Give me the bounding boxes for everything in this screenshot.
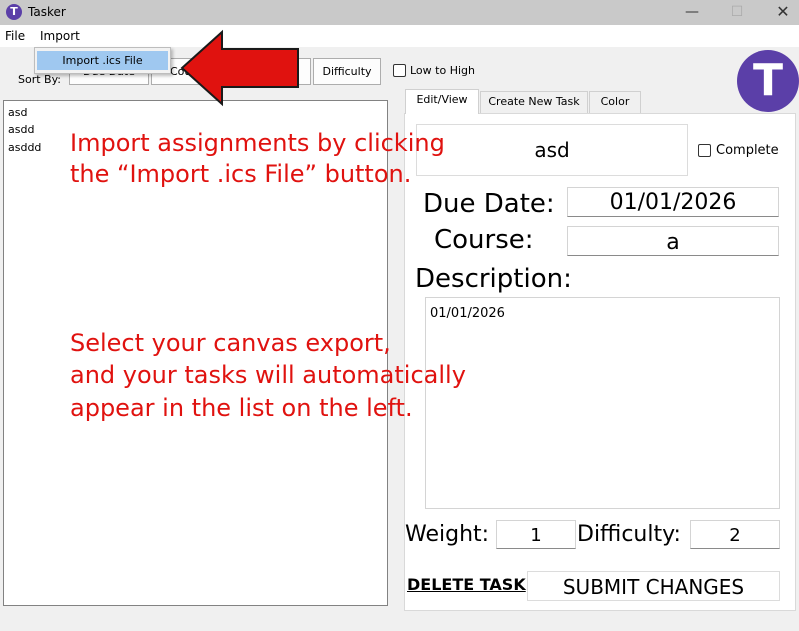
low-to-high-checkbox[interactable] [393, 64, 406, 77]
tab-create-new-task[interactable]: Create New Task [480, 91, 588, 113]
list-item[interactable]: asd [8, 106, 27, 119]
weight-label: Weight: [405, 522, 490, 547]
weight-field[interactable]: 1 [496, 520, 576, 549]
submit-changes-button[interactable]: SUBMIT CHANGES [527, 571, 780, 601]
window-title: Tasker [28, 5, 66, 19]
sort-difficulty-button[interactable]: Difficulty [313, 58, 381, 85]
menu-bar [0, 25, 799, 47]
task-name-field[interactable]: asd [416, 124, 688, 176]
description-field[interactable]: 01/01/2026 [425, 297, 780, 509]
app-icon: T [6, 4, 22, 20]
low-to-high-label: Low to High [410, 64, 475, 77]
list-item[interactable]: asddd [8, 141, 41, 154]
description-label: Description: [415, 264, 572, 294]
menu-file[interactable]: File [5, 29, 25, 43]
import-dropdown: Import .ics File [34, 47, 171, 74]
complete-label: Complete [716, 143, 779, 158]
delete-task-button[interactable]: DELETE TASK [407, 574, 526, 596]
annotation-text: the “Import .ics File” button. [70, 160, 412, 188]
import-ics-menu-item[interactable]: Import .ics File [37, 51, 168, 70]
difficulty-field[interactable]: 2 [690, 520, 780, 549]
menu-import[interactable]: Import [40, 29, 80, 43]
tab-color[interactable]: Color [589, 91, 641, 113]
sort-label: Sort By: [18, 73, 62, 86]
annotation-arrow-icon [180, 29, 299, 107]
due-date-field[interactable]: 01/01/2026 [567, 187, 779, 217]
complete-checkbox[interactable] [698, 144, 711, 157]
due-date-label: Due Date: [423, 189, 555, 219]
close-button[interactable]: ✕ [760, 0, 799, 25]
annotation-text: Import assignments by clicking [70, 129, 445, 157]
course-label: Course: [434, 225, 534, 255]
annotation-text: Select your canvas export, [70, 329, 391, 357]
app-logo: T [737, 50, 799, 112]
list-item[interactable]: asdd [8, 123, 34, 136]
minimize-button[interactable]: — [669, 0, 715, 25]
annotation-text: appear in the list on the left. [70, 394, 413, 422]
maximize-button[interactable]: ☐ [714, 0, 760, 25]
tab-edit-view[interactable]: Edit/View [405, 89, 479, 114]
course-field[interactable]: a [567, 226, 779, 256]
difficulty-label: Difficulty: [577, 522, 681, 547]
annotation-text: and your tasks will automatically [70, 361, 466, 389]
